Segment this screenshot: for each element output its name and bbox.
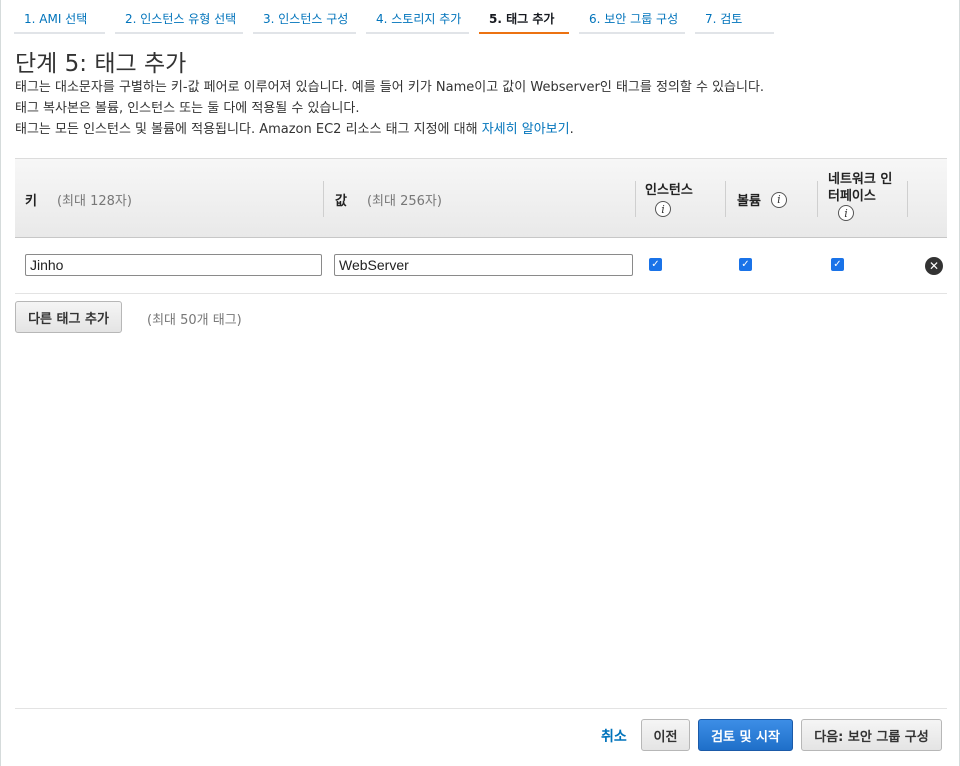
description-line-3-end: .	[569, 122, 574, 137]
column-divider	[817, 181, 818, 217]
previous-button[interactable]: 이전	[641, 719, 690, 751]
column-divider	[725, 181, 726, 217]
step-configure-security-group[interactable]: 6. 보안 그룹 구성	[579, 0, 685, 34]
step-review[interactable]: 7. 검토	[695, 0, 774, 34]
next-configure-security-group-button[interactable]: 다음: 보안 그룹 구성	[801, 719, 942, 751]
value-column-header: 값 (최대 256자)	[335, 190, 442, 209]
description-line-3-text: 태그는 모든 인스턴스 및 볼륨에 적용됩니다. Amazon EC2 리소스 …	[15, 122, 478, 137]
table-row: ✓ ✓ ✓ ✕	[15, 238, 947, 294]
key-header-hint: (최대 128자)	[56, 194, 132, 209]
key-column-header: 키 (최대 128자)	[25, 190, 132, 209]
value-header-label: 값	[335, 194, 347, 209]
instances-checkbox[interactable]: ✓	[649, 258, 662, 271]
page-title: 단계 5: 태그 추가	[15, 51, 187, 77]
network-interfaces-column-header: 네트워크 인 터페이스 i	[828, 171, 910, 221]
step-choose-instance-type[interactable]: 2. 인스턴스 유형 선택	[115, 0, 243, 34]
tag-table: 키 (최대 128자) 값 (최대 256자) 인스턴스 i 볼륨 i 네트워크…	[15, 158, 947, 294]
instances-info-icon[interactable]: i	[655, 201, 671, 217]
description-line-1: 태그는 대소문자를 구별하는 키-값 페어로 이루어져 있습니다. 예를 들어 …	[15, 80, 765, 95]
instances-header-label: 인스턴스	[645, 183, 693, 198]
review-and-launch-button[interactable]: 검토 및 시작	[698, 719, 793, 751]
network-interfaces-header-line2: 터페이스	[828, 189, 876, 204]
step-add-tags[interactable]: 5. 태그 추가	[479, 0, 569, 34]
wizard-steps: 1. AMI 선택 2. 인스턴스 유형 선택 3. 인스턴스 구성 4. 스토…	[14, 0, 774, 34]
max-tags-hint: (최대 50개 태그)	[147, 313, 242, 328]
volumes-header-label: 볼륨	[737, 194, 761, 209]
network-interfaces-header-line1: 네트워크 인	[828, 172, 893, 187]
network-interfaces-info-icon[interactable]: i	[838, 205, 854, 221]
table-header: 키 (최대 128자) 값 (최대 256자) 인스턴스 i 볼륨 i 네트워크…	[15, 158, 947, 238]
network-interfaces-checkbox[interactable]: ✓	[831, 258, 844, 271]
description-line-2: 태그 복사본은 볼륨, 인스턴스 또는 둘 다에 적용될 수 있습니다.	[15, 101, 360, 116]
volumes-column-header: 볼륨 i	[737, 190, 787, 209]
add-another-tag-button[interactable]: 다른 태그 추가	[15, 301, 122, 333]
description-line-3: 태그는 모든 인스턴스 및 볼륨에 적용됩니다. Amazon EC2 리소스 …	[15, 118, 574, 137]
value-header-hint: (최대 256자)	[366, 194, 442, 209]
learn-more-link[interactable]: 자세히 알아보기	[482, 122, 570, 137]
tag-value-input[interactable]	[334, 254, 633, 276]
step-configure-instance[interactable]: 3. 인스턴스 구성	[253, 0, 356, 34]
volumes-checkbox[interactable]: ✓	[739, 258, 752, 271]
step-choose-ami[interactable]: 1. AMI 선택	[14, 0, 105, 34]
remove-tag-icon[interactable]: ✕	[925, 257, 943, 275]
column-divider	[635, 181, 636, 217]
footer-divider	[15, 708, 947, 709]
cancel-link[interactable]: 취소	[601, 726, 627, 746]
volumes-info-icon[interactable]: i	[770, 191, 787, 208]
key-header-label: 키	[25, 194, 37, 209]
column-divider	[907, 181, 908, 217]
column-divider	[323, 181, 324, 217]
tag-key-input[interactable]	[25, 254, 322, 276]
instances-column-header: 인스턴스 i	[645, 179, 725, 217]
step-add-storage[interactable]: 4. 스토리지 추가	[366, 0, 469, 34]
